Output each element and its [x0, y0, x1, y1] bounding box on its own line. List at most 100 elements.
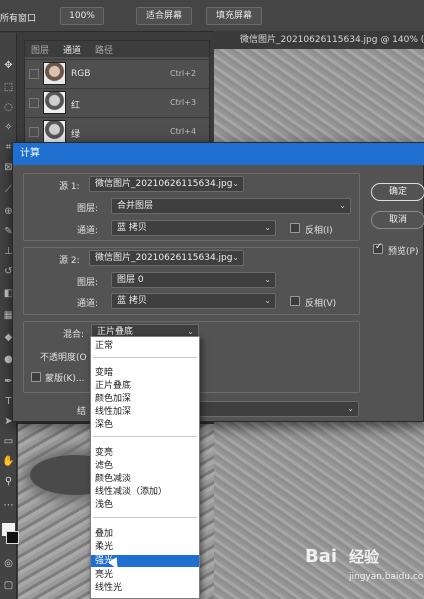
channel-name: 红 — [71, 101, 81, 111]
fit-screen-button[interactable]: 适合屏幕 — [136, 7, 192, 25]
result-select[interactable]: ⌄ — [199, 401, 359, 417]
source2-channel-select[interactable]: 蓝 拷贝 ⌄ — [111, 293, 276, 309]
hand-tool-icon[interactable]: ✋ — [2, 455, 15, 468]
dialog-title: 计算 — [13, 143, 424, 165]
channel-row-red[interactable]: 红 Ctrl+3 — [25, 88, 209, 116]
watermark-url: jingyan.baidu.com — [349, 572, 424, 582]
tab-paths[interactable]: 路径 — [95, 43, 113, 56]
panel-tabs: 图层 通道 路径 — [25, 41, 209, 57]
menu-separator — [93, 357, 197, 358]
chevron-down-icon: ⌄ — [232, 253, 239, 262]
channel-thumbnail — [43, 62, 66, 85]
options-bar: 所有窗口 100% 适合屏幕 填充屏幕 — [0, 0, 424, 32]
source1-file-value: 微信图片_20210626115634.jpg — [95, 179, 233, 189]
source2-file-value: 微信图片_20210626115634.jpg — [95, 253, 233, 263]
menu-separator — [93, 517, 197, 518]
blend-option[interactable]: 线性光 — [91, 582, 199, 594]
marquee-tool-icon[interactable]: ⬚ — [2, 81, 15, 94]
visibility-toggle[interactable] — [29, 127, 39, 137]
watermark-text: 经验 — [349, 548, 380, 566]
blend-option[interactable]: 滤色 — [91, 460, 199, 472]
blending-label: 混合: — [63, 330, 85, 340]
cancel-button[interactable]: 取消 — [371, 211, 424, 229]
watermark-logo: Bai — [305, 546, 338, 567]
zoom-tool-icon[interactable]: ⚲ — [2, 475, 15, 488]
blend-option[interactable]: 深色 — [91, 419, 199, 431]
lasso-tool-icon[interactable]: ◌ — [2, 101, 15, 114]
magic-wand-icon[interactable]: ✧ — [2, 121, 15, 134]
source2-channel-label: 通道: — [77, 299, 99, 309]
source2-layer-value: 图层 0 — [117, 275, 144, 285]
source1-invert-label: 反相(I) — [305, 226, 333, 236]
result-label: 结 — [77, 407, 87, 417]
blend-mode-dropdown[interactable]: 正常 变暗 正片叠底 颜色加深 线性加深 深色 变亮 滤色 颜色减淡 线性减淡（… — [90, 336, 200, 599]
calculations-dialog: 计算 源 1: 微信图片_20210626115634.jpg ⌄ 图层: 合并图… — [12, 142, 424, 422]
source1-invert-checkbox[interactable] — [290, 223, 300, 233]
blend-option[interactable]: 柔光 — [91, 541, 199, 553]
mask-checkbox[interactable] — [31, 372, 41, 382]
channel-shortcut: Ctrl+4 — [170, 127, 197, 136]
source1-layer-select[interactable]: 合并图层 ⌄ — [111, 198, 351, 214]
more-tools-icon[interactable]: ⋯ — [2, 499, 15, 512]
source2-label: 源 2: — [59, 256, 80, 266]
blend-option[interactable]: 变亮 — [91, 447, 199, 459]
preview-label: 预览(P) — [388, 247, 419, 257]
tab-channels[interactable]: 通道 — [63, 43, 81, 56]
blend-option[interactable]: 亮光 — [91, 569, 199, 581]
chevron-down-icon: ⌄ — [264, 223, 271, 232]
document-tab[interactable]: 微信图片_20210626115634.jpg @ 140% (图层 — [214, 31, 424, 49]
blend-option[interactable]: 线性加深 — [91, 406, 199, 418]
scroll-all-windows-label[interactable]: 所有窗口 — [0, 11, 36, 24]
chevron-down-icon: ⌄ — [339, 201, 346, 210]
blend-option[interactable]: 颜色减淡 — [91, 473, 199, 485]
mask-label[interactable]: 蒙版(K)... — [45, 371, 85, 384]
blend-option[interactable]: 线性减淡（添加） — [91, 486, 199, 498]
menu-separator — [93, 436, 197, 437]
source1-layer-label: 图层: — [77, 204, 99, 214]
channel-name: 绿 — [71, 130, 81, 140]
source2-invert-label: 反相(V) — [305, 299, 337, 309]
zoom-100-button[interactable]: 100% — [60, 7, 104, 25]
channel-shortcut: Ctrl+3 — [170, 98, 197, 107]
chevron-down-icon: ⌄ — [347, 404, 354, 413]
chevron-down-icon: ⌄ — [232, 179, 239, 188]
source2-channel-value: 蓝 拷贝 — [117, 296, 147, 306]
source2-file-select[interactable]: 微信图片_20210626115634.jpg ⌄ — [89, 250, 244, 266]
blend-option[interactable]: 浅色 — [91, 499, 199, 511]
blend-option[interactable]: 颜色加深 — [91, 393, 199, 405]
background-color-swatch[interactable] — [6, 531, 19, 544]
visibility-toggle[interactable] — [29, 98, 39, 108]
blend-option[interactable]: 变暗 — [91, 367, 199, 379]
blend-option[interactable]: 正片叠底 — [91, 380, 199, 392]
source1-channel-select[interactable]: 蓝 拷贝 ⌄ — [111, 220, 276, 236]
channel-shortcut: Ctrl+2 — [170, 69, 197, 78]
visibility-toggle[interactable] — [29, 69, 39, 79]
baidu-watermark: Bai 经验 jingyan.baidu.com — [305, 540, 424, 599]
screen-mode-icon[interactable]: ▢ — [2, 579, 15, 592]
channels-panel: 图层 通道 路径 RGB Ctrl+2 红 Ctrl+3 绿 Ctrl+4 — [24, 40, 210, 144]
source1-channel-label: 通道: — [77, 226, 99, 236]
preview-checkbox[interactable] — [373, 242, 383, 254]
ok-button[interactable]: 确定 — [371, 183, 424, 201]
channel-row-green[interactable]: 绿 Ctrl+4 — [25, 117, 209, 145]
fill-screen-button[interactable]: 填充屏幕 — [206, 7, 262, 25]
source1-label: 源 1: — [59, 182, 80, 192]
source1-channel-value: 蓝 拷贝 — [117, 223, 147, 233]
channel-thumbnail — [43, 120, 66, 143]
channel-row-rgb[interactable]: RGB Ctrl+2 — [25, 59, 209, 87]
source2-layer-select[interactable]: 图层 0 ⌄ — [111, 272, 276, 288]
channel-name: RGB — [71, 69, 91, 79]
tab-layers[interactable]: 图层 — [31, 43, 49, 56]
source1-file-select[interactable]: 微信图片_20210626115634.jpg ⌄ — [89, 176, 244, 192]
chevron-down-icon: ⌄ — [264, 296, 271, 305]
blend-option-highlighted[interactable]: 强光 — [91, 555, 199, 567]
blend-option[interactable]: 叠加 — [91, 528, 199, 540]
chevron-down-icon: ⌄ — [264, 275, 271, 284]
blend-option[interactable]: 正常 — [91, 340, 199, 352]
move-tool-icon[interactable]: ✥ — [2, 59, 15, 72]
source2-layer-label: 图层: — [77, 278, 99, 288]
channel-thumbnail — [43, 91, 66, 114]
source2-invert-checkbox[interactable] — [290, 296, 300, 306]
quick-mask-icon[interactable]: ◎ — [2, 557, 15, 570]
shape-tool-icon[interactable]: ▭ — [2, 435, 15, 448]
